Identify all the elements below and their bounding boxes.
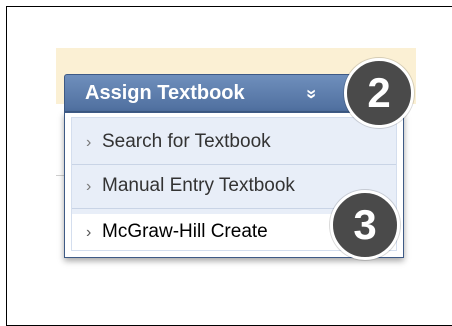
menu-item-search-for-textbook[interactable]: › Search for Textbook — [72, 124, 396, 160]
menu-divider — [72, 164, 396, 165]
step-2-callout-badge: 2 — [344, 58, 414, 128]
chevron-right-icon: › — [86, 134, 92, 151]
menu-item-label: Manual Entry Textbook — [102, 175, 295, 196]
menu-item-label: McGraw-Hill Create — [102, 221, 268, 242]
chevron-right-icon: › — [86, 178, 92, 195]
chevron-down-icon[interactable]: » — [293, 89, 331, 99]
step-3-callout-badge: 3 — [330, 190, 400, 260]
assign-textbook-label: Assign Textbook — [85, 82, 245, 104]
menu-item-label: Search for Textbook — [102, 131, 271, 152]
chevron-right-icon: › — [86, 224, 92, 241]
